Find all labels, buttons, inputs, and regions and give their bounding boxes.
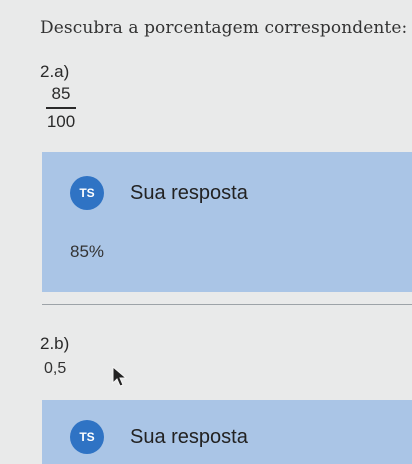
divider	[42, 304, 412, 305]
answer-title: Sua resposta	[130, 425, 248, 448]
answer-header: TS Sua resposta	[70, 176, 248, 210]
fraction-denominator: 100	[46, 112, 76, 131]
fraction: 85 100	[46, 84, 76, 132]
answer-text: 85%	[70, 242, 105, 261]
mouse-pointer-icon	[112, 365, 130, 393]
answer-title: Sua resposta	[130, 181, 248, 204]
question-value-2b: 0,5	[44, 360, 67, 377]
fraction-bar	[46, 107, 76, 109]
answer-card-2b: TS Sua resposta	[42, 400, 412, 464]
question-label-2b: 2.b)	[40, 334, 70, 353]
instruction-text: Descubra a porcentagem correspondente:	[40, 18, 408, 38]
answer-card-2a: TS Sua resposta 85%	[42, 152, 412, 292]
avatar: TS	[70, 420, 104, 454]
avatar: TS	[70, 176, 104, 210]
answer-header: TS Sua resposta	[70, 420, 248, 454]
question-label-2a: 2.a)	[40, 62, 70, 81]
fraction-numerator: 85	[51, 84, 71, 103]
